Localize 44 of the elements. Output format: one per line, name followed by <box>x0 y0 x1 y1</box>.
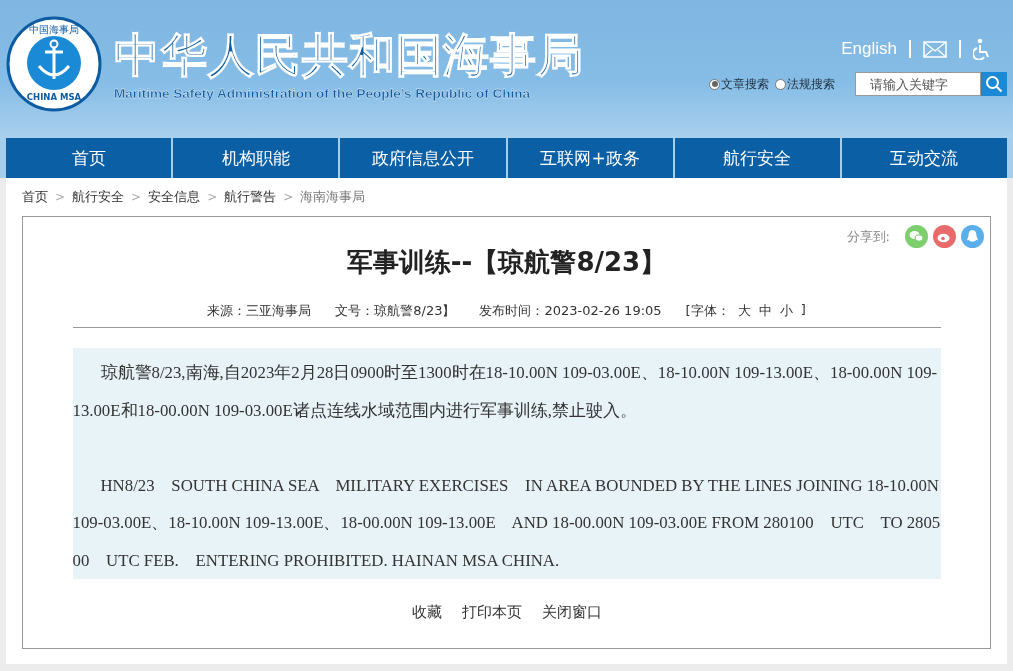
logo-top-text: 中国海事局 <box>29 24 79 35</box>
font-size-label: [字体： <box>685 302 730 320</box>
search-field[interactable]: 请输入关键字 <box>855 72 981 96</box>
article-title: 军事训练--【琼航警8/23】 <box>346 246 667 279</box>
article-meta: 发布时间：2023-02-26 19:05 <box>479 302 662 320</box>
article-meta: 来源：三亚海事局 <box>207 302 312 320</box>
breadcrumb-link[interactable]: 航行警告 <box>224 188 277 206</box>
mail-icon[interactable] <box>923 40 947 58</box>
breadcrumb-link[interactable]: 首页 <box>22 188 48 206</box>
breadcrumb-separator: > <box>131 190 142 204</box>
article-meta: 文号：琼航警8/23】 <box>335 302 456 320</box>
search-type-radio[interactable]: 法规搜索 <box>775 75 835 93</box>
breadcrumb-separator: > <box>283 190 294 204</box>
nav-item[interactable]: 互动交流 <box>841 138 1008 178</box>
nav-item[interactable]: 机构职能 <box>173 138 339 178</box>
article-paragraph: HN8/23 SOUTH CHINA SEA MILITARY EXERCISES IN AREA BOUNDED BY THE LINES JOINING 18-10.00N 109-03.00E、18-10.00N 109-13.00E、18-00.00N 109-13.00E AND 18-00.00N 109-03.00E FROM 280100 UTC TO 280500 UTC FEB. ENTERING PROHIBITED. HAINAN MSA CHINA. <box>72 474 941 572</box>
breadcrumb-separator: > <box>207 190 218 204</box>
site-subtitle: Maritime Safety Administration of the People’s Republic of China <box>114 85 532 101</box>
search-button[interactable] <box>981 72 1007 96</box>
wechat-share-icon[interactable] <box>905 225 928 248</box>
search-type-radio[interactable]: 文章搜索 <box>709 75 769 93</box>
nav-item[interactable]: 首页 <box>6 138 172 178</box>
qq-share-icon[interactable] <box>961 225 984 248</box>
article-action-link[interactable]: 关闭窗口 <box>541 603 602 622</box>
breadcrumb-link[interactable]: 航行安全 <box>72 188 125 206</box>
accessibility-icon[interactable] <box>973 38 991 60</box>
nav-item[interactable]: 互联网+政务 <box>507 138 673 178</box>
breadcrumb-separator: > <box>55 190 66 204</box>
font-size-bracket: ] <box>800 302 806 319</box>
anchor-emblem <box>27 36 81 90</box>
weibo-share-icon[interactable] <box>933 225 956 248</box>
breadcrumb-link[interactable]: 海南海事局 <box>300 188 366 206</box>
font-size-link[interactable]: 中 <box>758 302 772 320</box>
article-action-link[interactable]: 收藏 <box>411 603 442 622</box>
article-paragraph: 琼航警8/23,南海,自2023年2月28日0900时至1300时在18-10.00N 109-03.00E、18-10.00N 109-13.00E、18-00.00N 109-13.00E和18-00.00N 109-03.00E诸点连线水域范围内进行军事训练,禁止驶入。 <box>72 362 939 422</box>
breadcrumb-link[interactable]: 安全信息 <box>148 188 201 206</box>
nav-item[interactable]: 政府信息公开 <box>340 138 506 178</box>
nav-item[interactable]: 航行安全 <box>674 138 840 178</box>
font-size-link[interactable]: 小 <box>779 302 793 320</box>
share-label: 分享到: <box>846 227 890 246</box>
logo-text: CHINA MSA <box>26 92 82 102</box>
site-title: 中华人民共和国海事局 <box>114 27 584 82</box>
article-action-link[interactable]: 打印本页 <box>461 603 522 622</box>
font-size-link[interactable]: 大 <box>737 302 751 320</box>
